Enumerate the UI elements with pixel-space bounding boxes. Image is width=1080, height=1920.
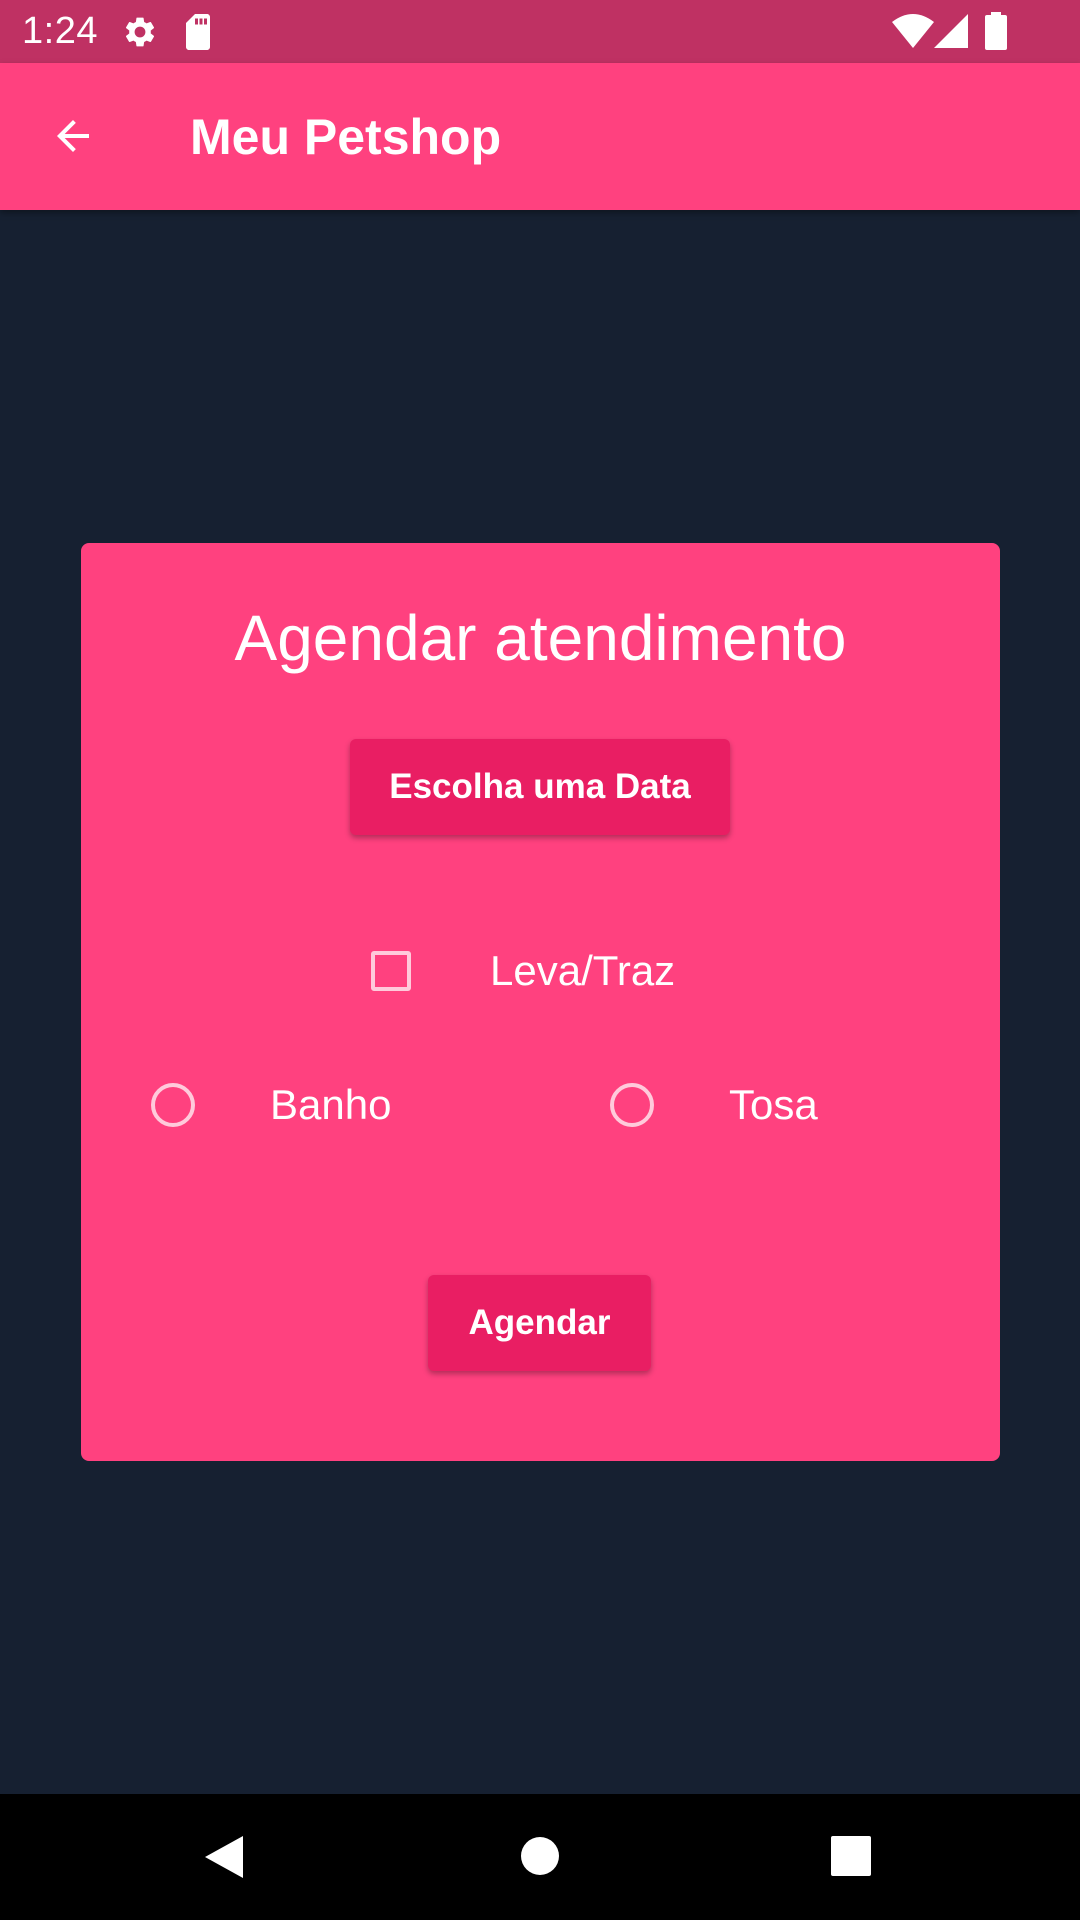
- arrow-back-icon: [57, 120, 89, 152]
- signal-icon: [934, 14, 968, 53]
- banho-radio[interactable]: [151, 1083, 195, 1127]
- navigation-bar: [0, 1794, 1080, 1920]
- home-circle-icon[interactable]: [520, 1836, 560, 1881]
- tosa-label: Tosa: [729, 1081, 818, 1128]
- tosa-radio[interactable]: [610, 1083, 654, 1127]
- banho-label: Banho: [270, 1081, 392, 1128]
- schedule-button[interactable]: Agendar: [428, 1275, 651, 1371]
- schedule-card: Agendar atendimento Escolha uma Data Lev…: [81, 543, 1000, 1461]
- leva-traz-checkbox[interactable]: [371, 951, 411, 991]
- status-time: 1:24: [22, 10, 98, 52]
- app-screen: 1:24 Meu Petshop Agendar atendimento Esc…: [0, 0, 1080, 1920]
- back-triangle-icon[interactable]: [203, 1834, 245, 1885]
- page-title: Meu Petshop: [190, 109, 502, 165]
- sd-card-icon: [182, 14, 214, 55]
- recents-square-icon[interactable]: [831, 1836, 871, 1881]
- status-bar: 1:24: [0, 0, 1080, 63]
- choose-date-button[interactable]: Escolha uma Data: [350, 739, 730, 835]
- app-bar: Meu Petshop: [0, 63, 1080, 210]
- wifi-icon: [892, 14, 934, 53]
- leva-traz-label: Leva/Traz: [490, 947, 676, 994]
- battery-icon: [985, 12, 1007, 55]
- card-title: Agendar atendimento: [234, 602, 847, 674]
- gear-icon: [122, 14, 158, 55]
- back-button[interactable]: [36, 99, 110, 173]
